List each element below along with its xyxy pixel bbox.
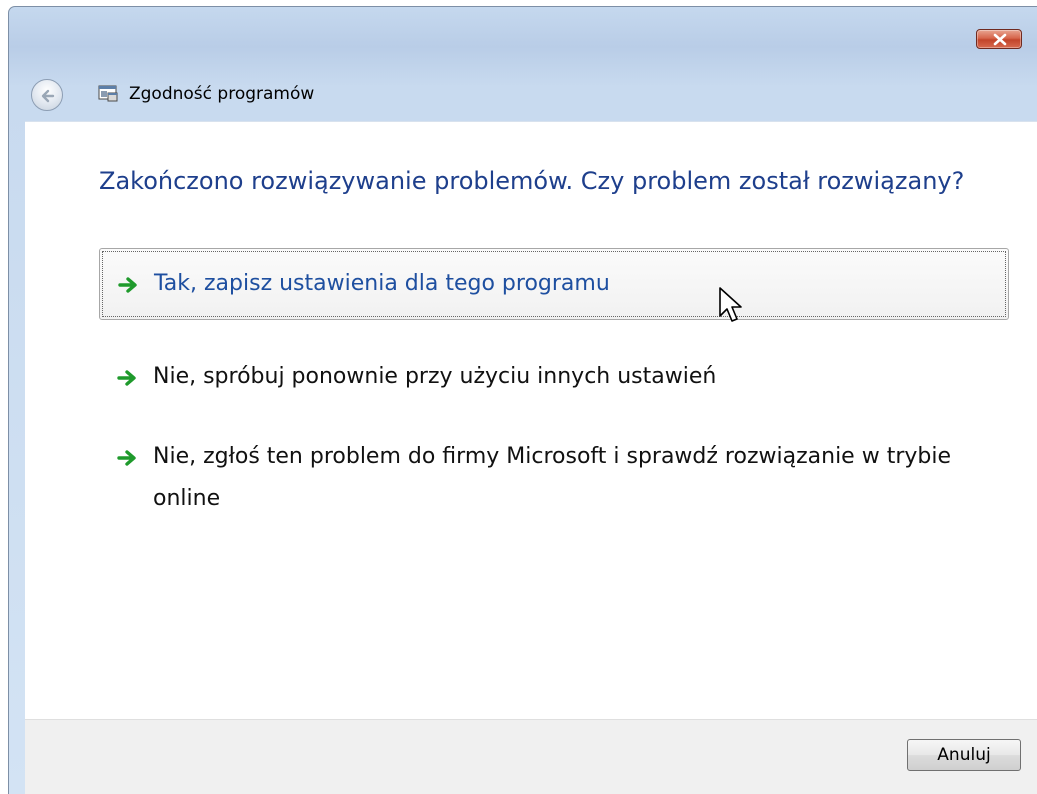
dialog-window: Zgodność programów Zakończono rozwiązywa… (8, 6, 1037, 794)
option-report-problem[interactable]: Nie, zgłoś ten problem do firmy Microsof… (99, 428, 1009, 528)
mouse-cursor-icon (719, 287, 742, 322)
close-icon (993, 33, 1007, 46)
green-arrow-icon (117, 370, 136, 386)
option-try-again[interactable]: Nie, spróbuj ponownie przy użyciu innych… (99, 348, 1009, 406)
window-title: Zgodność programów (129, 84, 315, 104)
back-arrow-icon (41, 89, 55, 103)
green-arrow-icon (118, 277, 137, 293)
back-button[interactable] (31, 79, 63, 111)
content-area: Zakończono rozwiązywanie problemów. Czy … (25, 121, 1037, 720)
option-label: Tak, zapisz ustawienia dla tego programu (154, 271, 610, 296)
option-label: Nie, spróbuj ponownie przy użyciu innych… (153, 364, 717, 389)
option-label: Nie, zgłoś ten problem do firmy Microsof… (153, 444, 951, 511)
green-arrow-icon (117, 450, 136, 466)
cancel-button[interactable]: Anuluj (907, 739, 1021, 771)
program-compatibility-icon (98, 85, 118, 102)
option-save-settings[interactable]: Tak, zapisz ustawienia dla tego programu (99, 248, 1009, 320)
footer-bar: Anuluj (25, 719, 1037, 794)
close-button[interactable] (976, 29, 1022, 49)
page-heading: Zakończono rozwiązywanie problemów. Czy … (99, 167, 965, 195)
